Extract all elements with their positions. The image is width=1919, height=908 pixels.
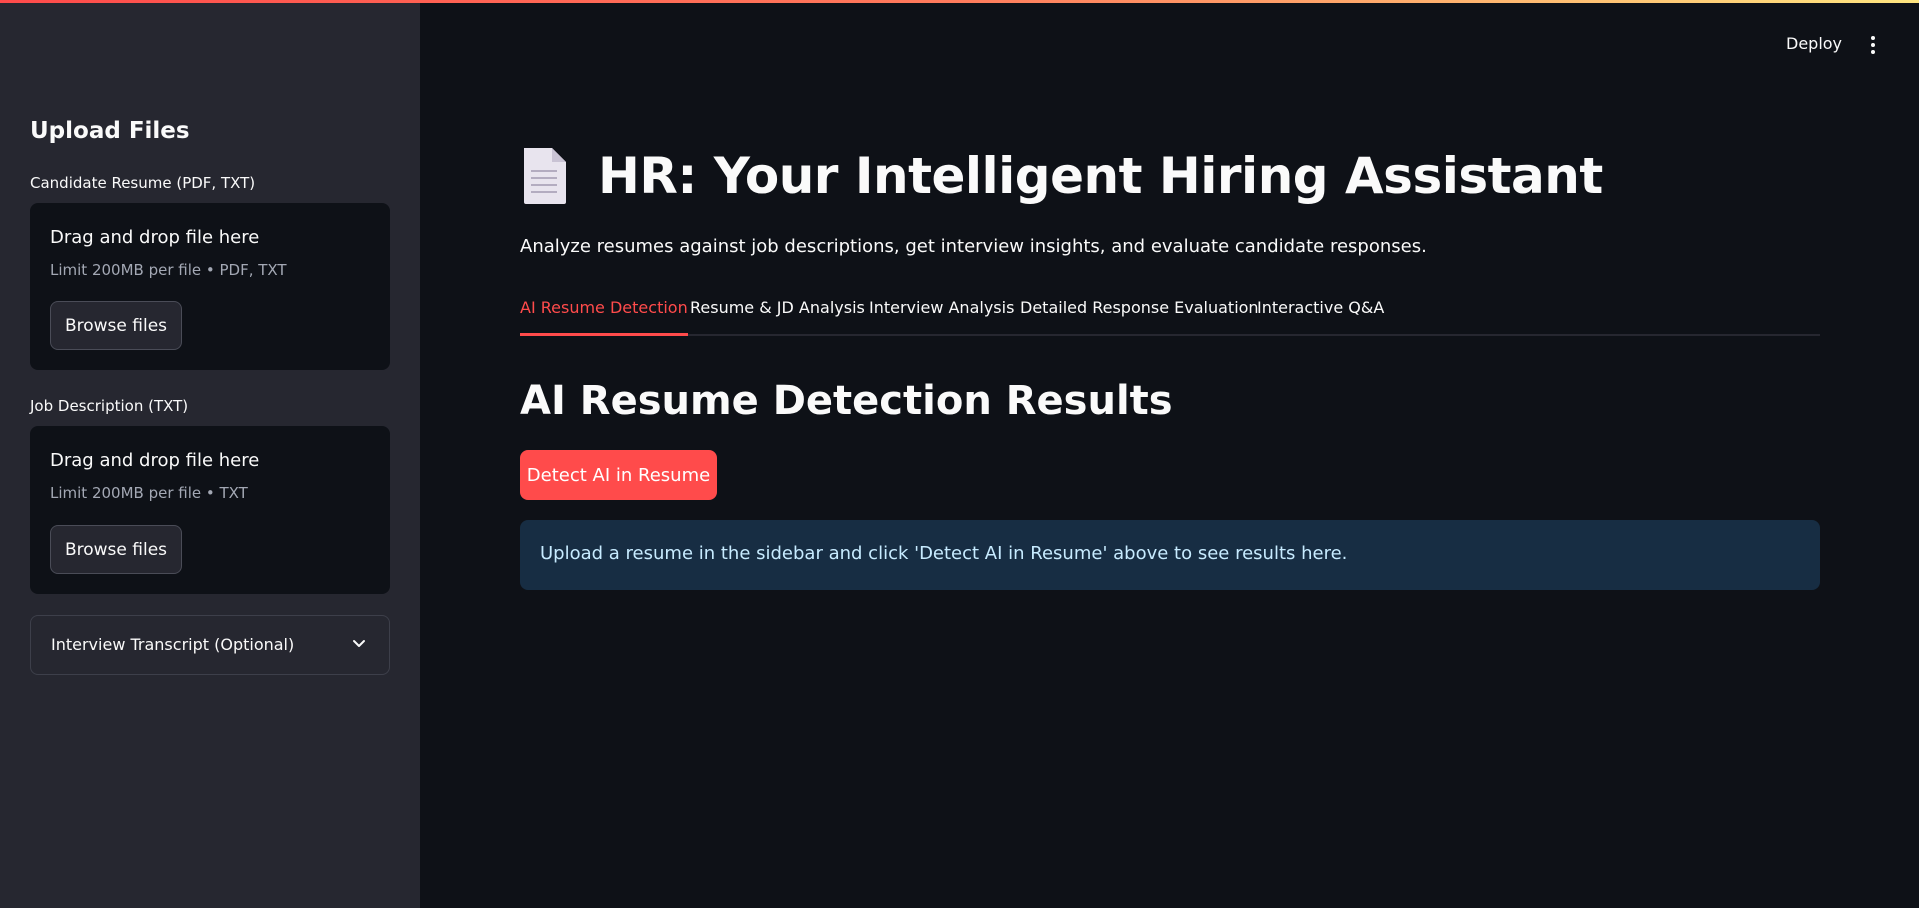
chevron-down-icon [353,640,365,647]
jd-dropzone[interactable]: Drag and drop file here Limit 200MB per … [30,426,390,594]
transcript-expander-label: Interview Transcript (Optional) [51,635,295,654]
page-header: HR: Your Intelligent Hiring Assistant [520,146,1603,206]
tab-resume-jd-analysis[interactable]: Resume & JD Analysis [690,296,865,334]
transcript-expander[interactable]: Interview Transcript (Optional) [30,615,390,675]
tab-interactive-qa[interactable]: Interactive Q&A [1257,296,1384,334]
resume-dropzone-limit: Limit 200MB per file • PDF, TXT [50,261,287,279]
tab-detailed-response-evaluation[interactable]: Detailed Response Evaluation [1020,296,1259,334]
top-decoration-bar [0,0,1919,3]
deploy-button[interactable]: Deploy [1786,34,1842,53]
tab-ai-resume-detection[interactable]: AI Resume Detection [520,296,688,336]
tab-bar: AI Resume Detection Resume & JD Analysis… [520,296,1820,336]
jd-upload-label: Job Description (TXT) [30,397,189,415]
resume-dropzone-title: Drag and drop file here [50,227,260,248]
resume-upload-label: Candidate Resume (PDF, TXT) [30,174,256,192]
info-message: Upload a resume in the sidebar and click… [540,543,1348,564]
page-subtitle: Analyze resumes against job descriptions… [520,236,1427,257]
sidebar-title: Upload Files [30,118,190,144]
vertical-ellipsis-icon[interactable] [1866,34,1880,56]
tab-interview-analysis[interactable]: Interview Analysis [869,296,1014,334]
info-alert: Upload a resume in the sidebar and click… [520,520,1820,590]
page-title: HR: Your Intelligent Hiring Assistant [598,147,1603,205]
resume-dropzone[interactable]: Drag and drop file here Limit 200MB per … [30,203,390,370]
jd-dropzone-title: Drag and drop file here [50,450,260,471]
jd-dropzone-limit: Limit 200MB per file • TXT [50,484,248,502]
sidebar: Upload Files Candidate Resume (PDF, TXT)… [0,0,420,908]
section-title: AI Resume Detection Results [520,378,1173,424]
document-icon [524,148,566,204]
resume-browse-button[interactable]: Browse files [50,301,182,350]
detect-ai-button[interactable]: Detect AI in Resume [520,450,717,500]
jd-browse-button[interactable]: Browse files [50,525,182,574]
